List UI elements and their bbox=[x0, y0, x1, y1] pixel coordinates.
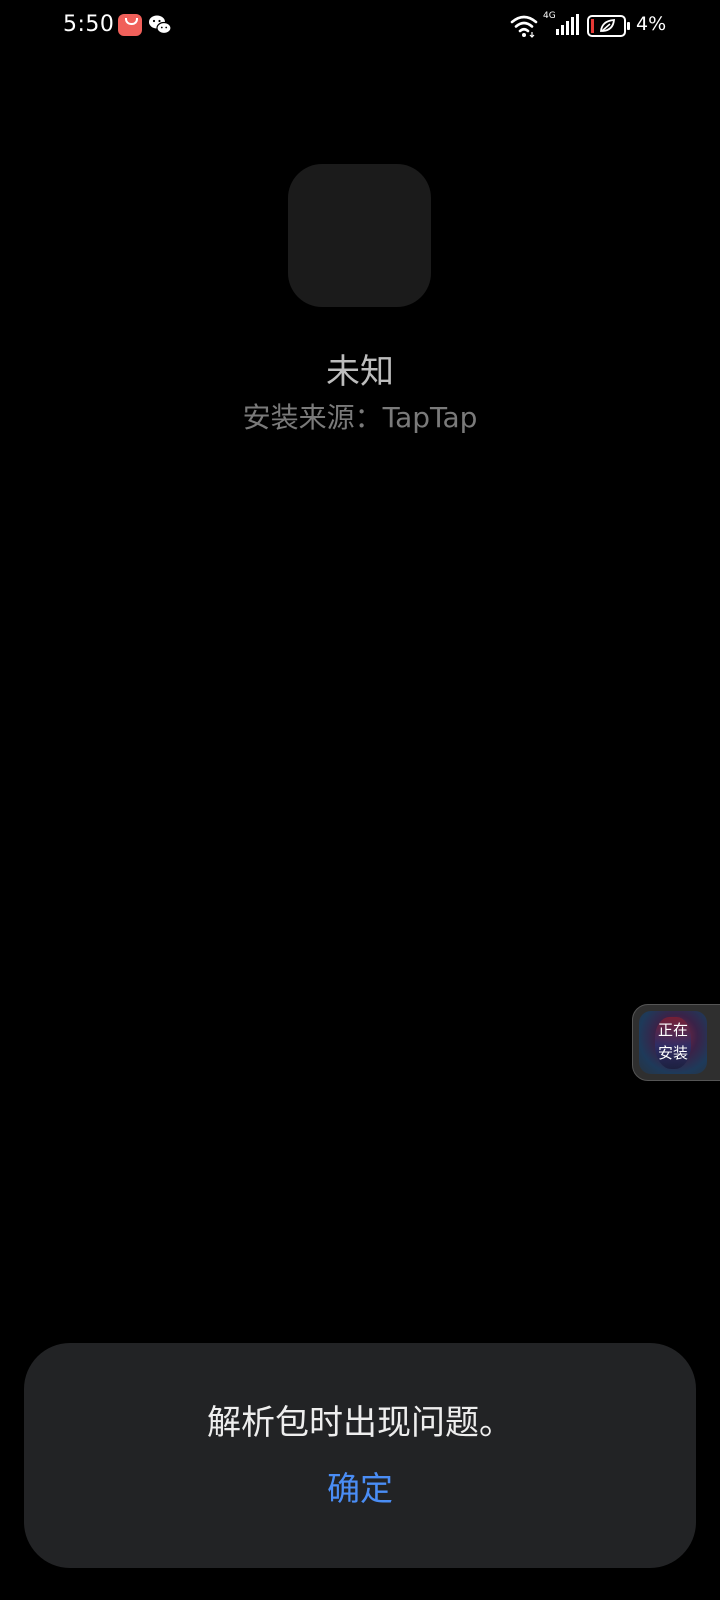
app-name: 未知 bbox=[326, 352, 394, 392]
installing-label-line1: 正在 bbox=[657, 1021, 688, 1039]
app-icon-placeholder bbox=[288, 164, 431, 307]
battery-saver-icon bbox=[587, 15, 630, 37]
wechat-icon bbox=[149, 15, 172, 35]
status-time: 5:50 bbox=[63, 12, 115, 37]
install-source-label: 安装来源：TapTap bbox=[242, 401, 478, 434]
battery-percent: 4% bbox=[636, 13, 667, 35]
huawei-appgallery-icon bbox=[118, 14, 142, 36]
installing-float-bubble[interactable]: 正在 安装 bbox=[632, 1004, 720, 1081]
cellular-signal-icon bbox=[556, 14, 579, 35]
confirm-button[interactable]: 确定 bbox=[300, 1461, 420, 1517]
wifi-icon bbox=[510, 15, 538, 38]
installing-label: 正在 安装 bbox=[639, 1019, 707, 1065]
status-bar: 5:50 4G 4% bbox=[0, 0, 720, 54]
installing-label-line2: 安装 bbox=[657, 1044, 688, 1062]
dialog-message: 解析包时出现问题。 bbox=[207, 1403, 513, 1443]
parse-error-dialog: 解析包时出现问题。 确定 bbox=[24, 1343, 696, 1568]
